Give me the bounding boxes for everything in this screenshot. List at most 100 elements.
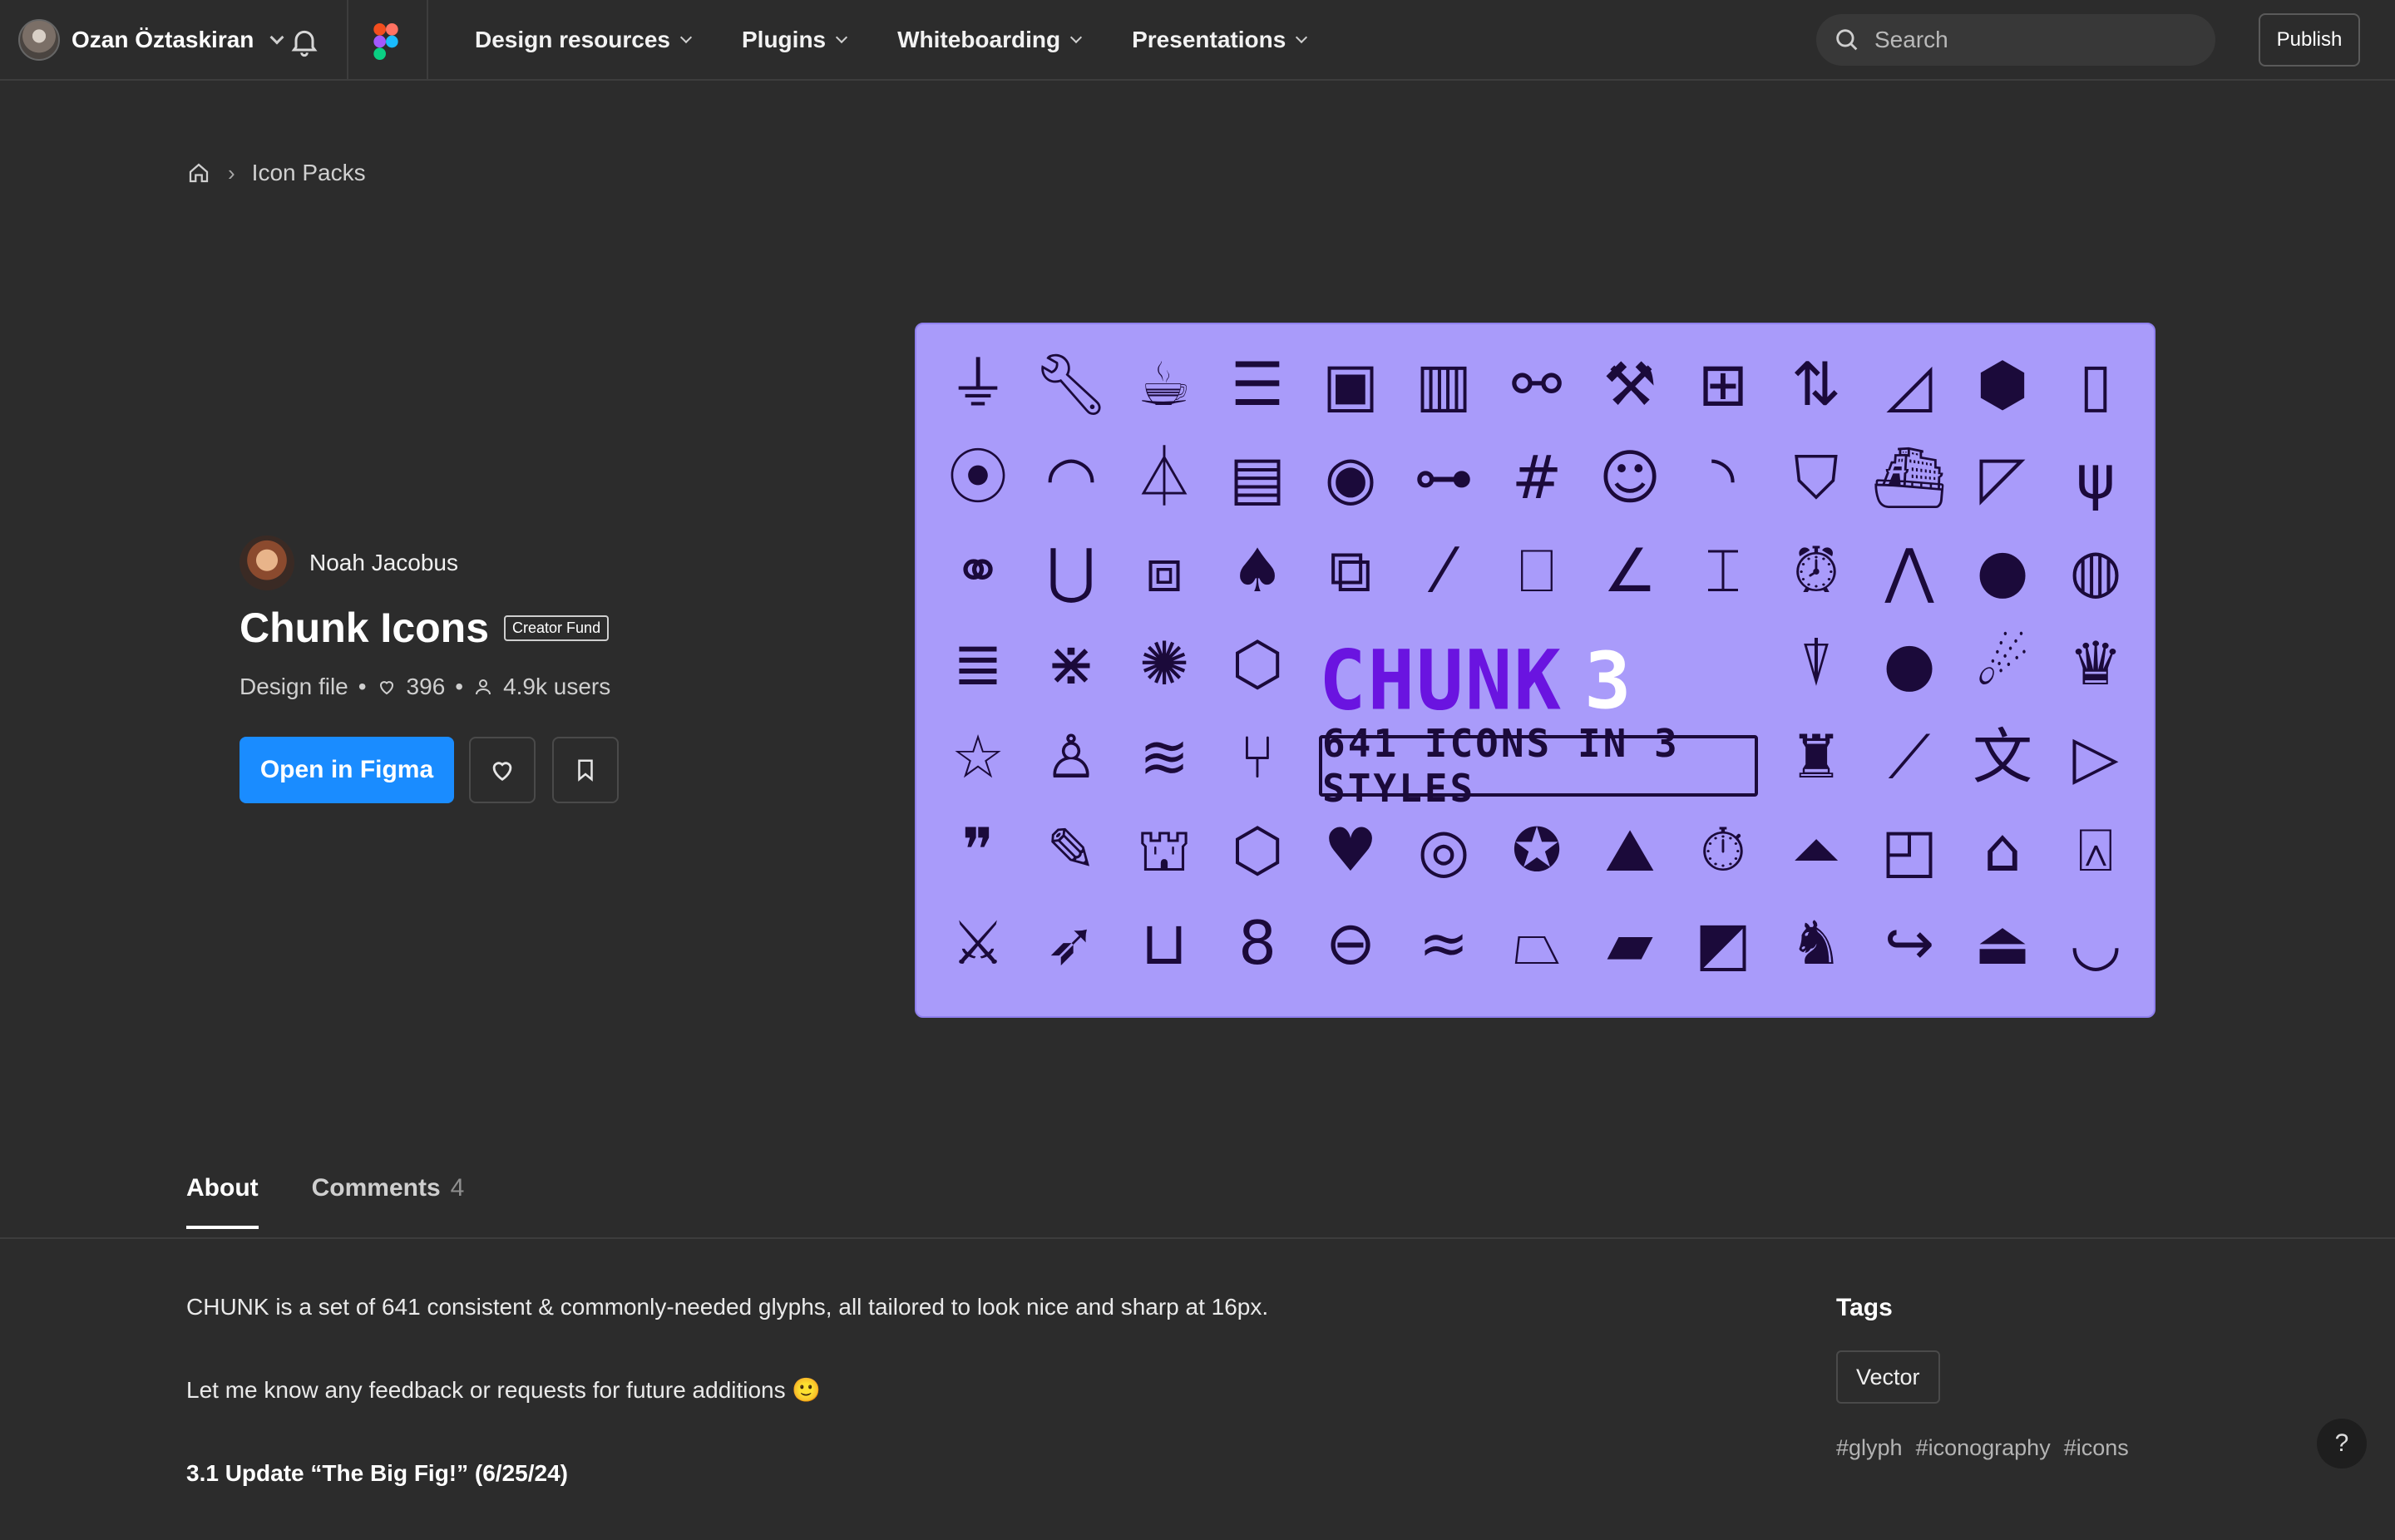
chunk-tagline: 641 ICONS IN 3 STYLES bbox=[1319, 721, 1758, 811]
folder-icon: ▰ bbox=[1607, 908, 1653, 978]
nav-whiteboarding[interactable]: Whiteboarding bbox=[897, 27, 1083, 53]
cast-icon: ◰ bbox=[1880, 815, 1938, 885]
hashtag[interactable]: #icons bbox=[2064, 1435, 2129, 1461]
user-icon bbox=[476, 679, 491, 695]
eraser-icon: ◩ bbox=[1694, 908, 1752, 978]
hashtag[interactable]: #iconography bbox=[1916, 1435, 2051, 1461]
hash-icon: # bbox=[1511, 442, 1563, 512]
mug-icon: ☕︎ bbox=[1137, 349, 1192, 419]
translate-icon: 文 bbox=[1972, 722, 2032, 792]
comet-icon: ☄︎ bbox=[1975, 629, 2030, 698]
content-tabs: About Comments 4 bbox=[186, 1174, 464, 1229]
breadcrumb-current[interactable]: Icon Packs bbox=[252, 160, 366, 186]
webcam-icon: ◍ bbox=[2069, 536, 2122, 605]
ruler-pencil-icon: ◿ bbox=[1886, 349, 1933, 419]
file-thumbnail[interactable]: ⏚ 🔧︎ ☕︎ ☰ ▣ ▥ ⚯ ⚒ ⊞ ⇅ ◿ ⬢ ▯ ⦿ ◠ ⏃ ▤ ◉ ⊶ … bbox=[915, 323, 2156, 1018]
account-menu[interactable]: Ozan Öztaskiran bbox=[18, 18, 284, 62]
author[interactable]: Noah Jacobus bbox=[240, 536, 458, 590]
thermometer-icon: ⌶ bbox=[1705, 536, 1741, 605]
quote-icon: ❞ bbox=[961, 815, 995, 885]
chevron-down-icon bbox=[836, 31, 848, 44]
edit-icon: ✎ bbox=[1045, 815, 1097, 885]
hex-nut-icon: ⬡ bbox=[1231, 815, 1284, 885]
nav-plugins[interactable]: Plugins bbox=[742, 27, 848, 53]
screw-icon: ⚒ bbox=[1602, 349, 1657, 419]
gauge-icon: ◠ bbox=[1044, 442, 1098, 512]
top-bar: Ozan Öztaskiran Design resources Plugins… bbox=[0, 0, 2395, 81]
alarm-clock-icon: ⏰︎ bbox=[1792, 536, 1840, 605]
layers-square-icon: ⧉ bbox=[1329, 536, 1372, 605]
search-box[interactable] bbox=[1816, 14, 2215, 66]
broken-heart-icon: ♥ bbox=[1323, 815, 1378, 885]
magic-wand-icon: ⁄ bbox=[1438, 536, 1449, 605]
glasses-icon: ⚭ bbox=[952, 536, 1004, 605]
rss-icon: ◝ bbox=[1711, 442, 1735, 512]
syringe-icon: ⟋ bbox=[1888, 722, 1931, 792]
ship-icon: ⛴︎ bbox=[1871, 442, 1948, 512]
author-avatar bbox=[240, 536, 294, 590]
file-type: Design file bbox=[240, 674, 348, 699]
search-input[interactable] bbox=[1873, 26, 2189, 54]
update-heading: 3.1 Update “The Big Fig!” (6/25/24) bbox=[186, 1460, 568, 1486]
like-button[interactable] bbox=[469, 737, 536, 803]
nav-design-resources[interactable]: Design resources bbox=[475, 27, 693, 53]
tabs-divider bbox=[0, 1237, 2395, 1239]
tag-chip-vector[interactable]: Vector bbox=[1836, 1350, 1940, 1404]
help-button[interactable]: ? bbox=[2317, 1419, 2367, 1468]
film-icon: ▤ bbox=[1228, 442, 1286, 512]
curling-stone-icon: ⊖ bbox=[1325, 908, 1376, 978]
poop-icon: ⏶ bbox=[1792, 815, 1840, 885]
open-in-figma-button[interactable]: Open in Figma bbox=[240, 737, 454, 803]
database-icon: ≣ bbox=[952, 629, 1004, 698]
search-icon bbox=[1836, 29, 1858, 51]
bell-icon[interactable] bbox=[288, 25, 321, 58]
tab-label: About bbox=[186, 1174, 259, 1202]
swap-icon: ⇅ bbox=[1790, 349, 1842, 419]
tab-comments[interactable]: Comments 4 bbox=[312, 1174, 465, 1229]
publish-button[interactable]: Publish bbox=[2259, 13, 2360, 67]
cupcake-icon: ⛫ bbox=[1136, 815, 1193, 885]
bookmark-button[interactable] bbox=[552, 737, 619, 803]
pizza-icon: ◸ bbox=[1979, 442, 2026, 512]
lamp-icon: ⏃ bbox=[1133, 442, 1194, 512]
main-nav: Design resources Plugins Whiteboarding P… bbox=[475, 20, 1357, 60]
luggage-icon: ▥ bbox=[1415, 349, 1473, 419]
chip-icon: ▣ bbox=[1321, 349, 1380, 419]
heart-icon bbox=[492, 762, 512, 782]
figma-logo-icon[interactable] bbox=[371, 23, 401, 60]
bug-icon: ⋇ bbox=[1045, 629, 1097, 698]
accessibility-icon: ◉ bbox=[1324, 442, 1377, 512]
alien-icon: ♠ bbox=[1230, 536, 1285, 605]
nav-presentations[interactable]: Presentations bbox=[1132, 27, 1308, 53]
stack-icon: ≋ bbox=[1138, 722, 1190, 792]
users-count: 4.9k users bbox=[503, 674, 611, 699]
about-paragraph: CHUNK is a set of 641 consistent & commo… bbox=[186, 1294, 1269, 1320]
image-icon: ⛰︎ bbox=[1604, 815, 1656, 885]
hanger-icon: ⏢ bbox=[1513, 908, 1561, 978]
fork-knife-icon: ψ bbox=[2076, 442, 2116, 512]
waves-icon: ≈ bbox=[1418, 908, 1469, 978]
home-icon[interactable] bbox=[186, 160, 211, 185]
face-icon: ☺︎ bbox=[1598, 442, 1662, 512]
heart-icon bbox=[379, 681, 393, 695]
open-book-icon: ⧈ bbox=[1145, 536, 1183, 605]
send-icon: ▷ bbox=[2072, 722, 2119, 792]
chevron-down-icon bbox=[1070, 31, 1083, 44]
hashtag[interactable]: #glyph bbox=[1836, 1435, 1903, 1461]
meta-dot: • bbox=[358, 674, 367, 699]
chevron-down-icon bbox=[269, 30, 284, 45]
meta-dot: • bbox=[455, 674, 464, 699]
factory-icon: ⊔ bbox=[1140, 908, 1188, 978]
chunk-version: 3 bbox=[1583, 636, 1632, 727]
cake-icon: ☰ bbox=[1230, 349, 1285, 419]
cube-icon: ⬢ bbox=[1976, 349, 2029, 419]
plug-icon: ⏚ bbox=[947, 349, 1008, 419]
robot-icon: ⬡ bbox=[1231, 629, 1284, 698]
person-icon: ♙ bbox=[1044, 722, 1099, 792]
eight-ball-icon: 8 bbox=[1238, 908, 1277, 978]
breadcrumb-separator: › bbox=[228, 160, 235, 185]
train-icon: ⍓ bbox=[2077, 815, 2114, 885]
tab-about[interactable]: About bbox=[186, 1174, 259, 1229]
about-paragraph: Let me know any feedback or requests for… bbox=[186, 1377, 822, 1403]
file-meta: Design file • 396 • 4.9k users bbox=[240, 674, 610, 700]
